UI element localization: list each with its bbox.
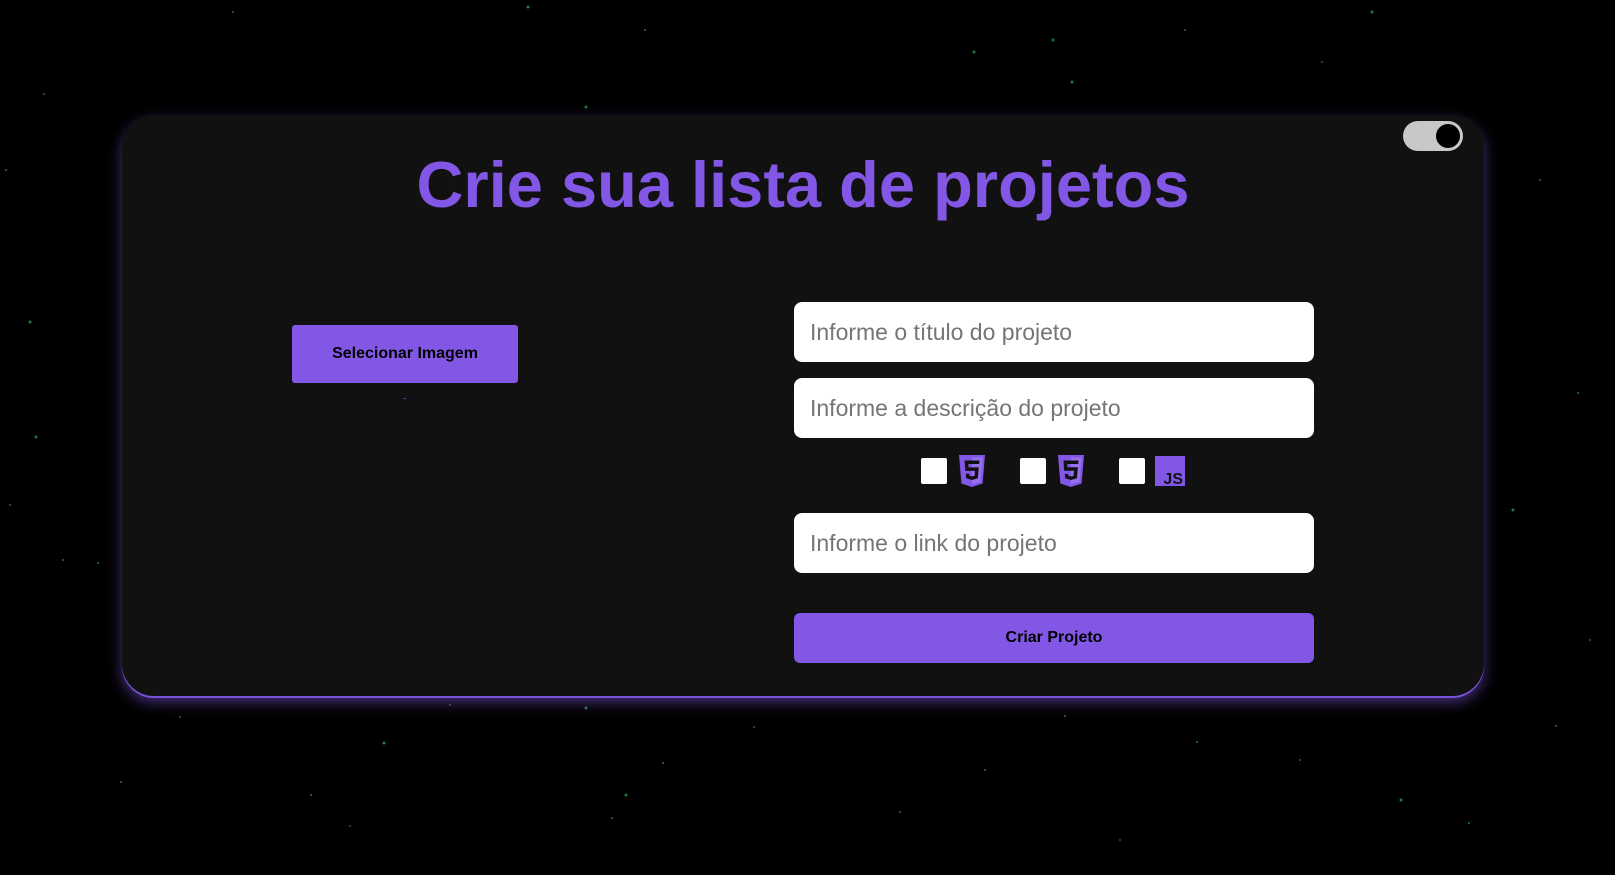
- project-link-input[interactable]: [794, 513, 1314, 573]
- theme-toggle[interactable]: [1403, 121, 1463, 151]
- html5-icon: [959, 455, 985, 487]
- toggle-switch-icon: [1436, 124, 1460, 148]
- css-checkbox[interactable]: [1020, 458, 1046, 484]
- javascript-icon: JS: [1155, 456, 1185, 488]
- page-title: Crie sua lista de projetos: [416, 148, 1190, 221]
- project-title-input[interactable]: [794, 302, 1314, 362]
- css3-icon: [1058, 455, 1084, 487]
- project-description-input[interactable]: [794, 378, 1314, 438]
- image-preview: [404, 398, 406, 399]
- tech-option-js: JS: [1119, 453, 1185, 489]
- js-checkbox[interactable]: [1119, 458, 1145, 484]
- tech-option-html: [921, 453, 987, 489]
- html-checkbox[interactable]: [921, 458, 947, 484]
- create-project-button[interactable]: Criar Projeto: [794, 613, 1314, 663]
- svg-text:JS: JS: [1163, 471, 1183, 488]
- project-form-card: Crie sua lista de projetos Selecionar Im…: [122, 115, 1484, 696]
- select-image-button[interactable]: Selecionar Imagem: [292, 325, 518, 383]
- tech-option-css: [1020, 453, 1086, 489]
